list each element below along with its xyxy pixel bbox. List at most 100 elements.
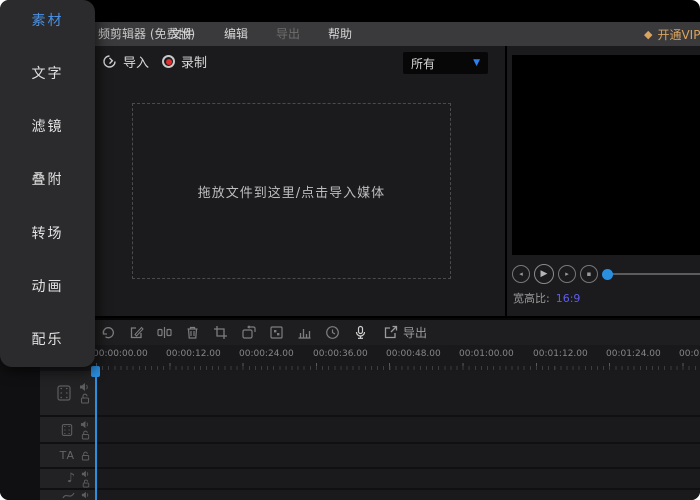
microphone-icon [353,325,368,340]
text-track-header[interactable]: TA [40,444,96,467]
clock-icon [325,325,340,340]
export-icon [383,325,398,340]
video-editor-window: 频剪辑器 (免费版) 文件 编辑 导出 帮助 ◆ 开通VIP 导入 录制 所有 … [0,0,700,500]
mute-icon[interactable] [81,491,90,499]
effect-track-header[interactable] [40,490,96,500]
mute-icon[interactable] [79,382,90,392]
levels-button[interactable] [296,324,313,341]
effect-track-lane[interactable] [96,490,700,500]
record-icon [162,55,175,68]
import-button[interactable]: 导入 [102,52,149,71]
lock-icon[interactable] [81,451,90,461]
film-icon [55,384,73,402]
media-library-panel: 导入 录制 所有 ▼ 拖放文件到这里/点击导入媒体 [40,46,505,316]
video-track-header[interactable] [40,371,96,415]
ruler-label: 00:01:24.00 [606,349,661,359]
curve-icon [62,491,75,500]
audio-track-lane[interactable] [96,469,700,488]
stop-button[interactable]: ▪ [580,265,598,283]
edit-button[interactable] [128,324,145,341]
aspect-ratio-row: 宽高比: 16:9 [513,290,580,306]
playhead-line[interactable] [95,368,97,500]
chevron-down-icon: ▼ [473,58,480,68]
ruler-label: 00:01:00.00 [459,349,514,359]
redo-icon [101,325,116,340]
import-icon [102,54,117,69]
ruler-label: 00:01:12.00 [533,349,588,359]
menu-help[interactable]: 帮助 [328,22,352,46]
sidebar-item-music[interactable]: 配乐 [0,329,95,351]
menu-edit[interactable]: 编辑 [224,22,248,46]
sidebar-item-animation[interactable]: 动画 [0,276,95,298]
next-frame-button[interactable]: ▸ [558,265,576,283]
lock-icon[interactable] [80,393,90,404]
sidebar-item-overlay[interactable]: 叠附 [0,169,95,191]
dropzone-text: 拖放文件到这里/点击导入媒体 [198,182,385,201]
rotate-button[interactable] [240,324,257,341]
ruler-label: 00:00:00.00 [93,349,148,359]
rotate-icon [241,325,256,340]
lock-icon[interactable] [82,479,90,488]
redo-button[interactable] [100,324,117,341]
split-icon [157,325,172,340]
diamond-icon: ◆ [644,29,652,40]
vip-label: 开通VIP [657,26,700,43]
audio-track-header[interactable]: ♪ [40,469,96,488]
ruler-minor-ticks [96,366,700,370]
sidebar-item-material[interactable]: 素材 [0,10,95,32]
text-track-icon: TA [60,450,75,461]
menu-export: 导出 [276,22,300,46]
ruler-label: 00:00:36.00 [313,349,368,359]
play-button[interactable]: ▶ [534,264,554,284]
split-button[interactable] [156,324,173,341]
sidebar-item-text[interactable]: 文字 [0,63,95,85]
previous-frame-button[interactable]: ◂ [512,265,530,283]
crop-button[interactable] [212,324,229,341]
aspect-ratio-value[interactable]: 16:9 [556,292,581,305]
open-vip-button[interactable]: ◆ 开通VIP [644,22,700,46]
video-viewport [512,55,700,255]
record-button[interactable]: 录制 [162,52,207,71]
ruler-label: 00:01:36.00 [679,349,700,359]
edit-toolbar: 导出 [0,318,700,345]
sidebar-item-transition[interactable]: 转场 [0,223,95,245]
levels-icon [297,325,312,340]
crop-icon [213,325,228,340]
aspect-ratio-label: 宽高比: [513,292,550,305]
timeline-ruler[interactable]: 00:00:00.00 00:00:12.00 00:00:24.00 00:0… [40,345,700,371]
voiceover-button[interactable] [352,324,369,341]
video-track-lane[interactable] [96,371,700,415]
media-dropzone[interactable]: 拖放文件到这里/点击导入媒体 [132,103,451,279]
mute-icon[interactable] [81,470,90,478]
menu-bar: 频剪辑器 (免费版) 文件 编辑 导出 帮助 ◆ 开通VIP [0,22,700,46]
export-label: 导出 [403,324,427,341]
seek-bar[interactable] [602,269,700,279]
trash-icon [185,325,200,340]
sidebar-item-filter[interactable]: 滤镜 [0,116,95,138]
import-label: 导入 [123,52,149,71]
video2-track-header[interactable] [40,417,96,442]
media-filter-dropdown[interactable]: 所有 ▼ [403,52,488,74]
edit-icon [129,325,144,340]
ruler-label: 00:00:48.00 [386,349,441,359]
lock-icon[interactable] [81,430,90,440]
film-icon [60,423,74,437]
sidebar-category-menu: 素材 文字 滤镜 叠附 转场 动画 配乐 [0,0,95,367]
playhead-handle[interactable] [91,366,100,377]
delete-button[interactable] [184,324,201,341]
video2-track-lane[interactable] [96,417,700,442]
mute-icon[interactable] [80,420,90,429]
mosaic-icon [269,325,284,340]
preview-panel: ◂ ▶ ▸ ▪ 宽高比: 16:9 [507,46,700,316]
playback-controls: ◂ ▶ ▸ ▪ [512,263,700,285]
ruler-label: 00:00:24.00 [239,349,294,359]
seek-handle[interactable] [602,269,613,280]
menu-file[interactable]: 文件 [170,22,194,46]
text-track-lane[interactable] [96,444,700,467]
record-label: 录制 [181,52,207,71]
dropdown-value: 所有 [411,55,435,72]
ruler-label: 00:00:12.00 [166,349,221,359]
mosaic-button[interactable] [268,324,285,341]
export-button[interactable]: 导出 [383,324,427,341]
duration-button[interactable] [324,324,341,341]
